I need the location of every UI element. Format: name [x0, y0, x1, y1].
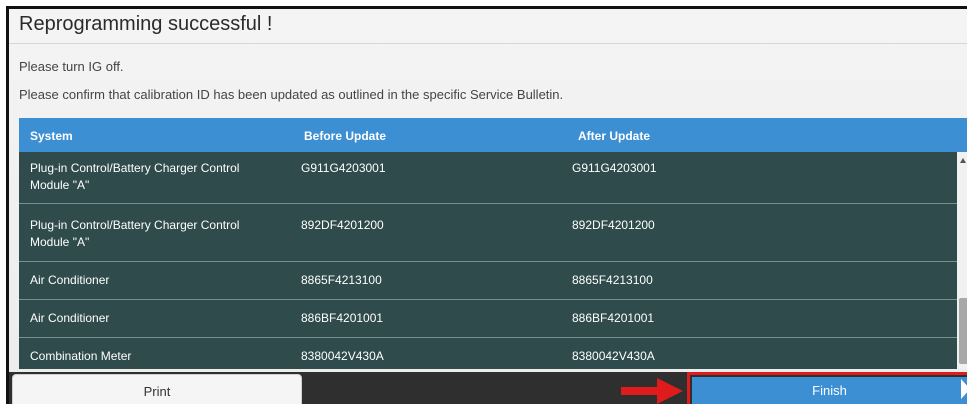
cell-system: Plug-in Control/Battery Charger Control …	[30, 161, 240, 192]
finish-highlight-box: Finish	[687, 372, 967, 404]
cell-before-update: G911G4203001	[301, 161, 386, 175]
cell-before-update: 892DF4201200	[301, 218, 384, 232]
column-header-before-update: Before Update	[304, 129, 387, 143]
cell-after-update: G911G4203001	[572, 161, 657, 175]
scroll-thumb[interactable]	[959, 298, 967, 364]
print-button[interactable]: Print	[12, 374, 302, 404]
dialog-frame: Reprogramming successful ! Please turn I…	[6, 6, 967, 404]
bottom-button-bar: Print Finish	[9, 372, 967, 404]
column-header-after-update: After Update	[578, 129, 651, 143]
cell-after-update: 8380042V430A	[572, 349, 655, 363]
red-arrow-icon	[621, 378, 683, 404]
cell-before-update: 886BF4201001	[301, 311, 384, 325]
cell-after-update: 886BF4201001	[572, 311, 655, 325]
title-divider	[9, 43, 967, 44]
column-header-system: System	[30, 129, 73, 143]
table-row[interactable]: Air Conditioner 8865F4213100 8865F421310…	[19, 262, 957, 300]
ig-off-message: Please turn IG off.	[19, 59, 124, 74]
finish-arrow-icon	[961, 379, 967, 399]
finish-button[interactable]: Finish	[692, 377, 967, 404]
cell-system: Plug-in Control/Battery Charger Control …	[30, 218, 240, 249]
cell-system: Air Conditioner	[30, 311, 110, 325]
table-scrollbar[interactable]	[957, 152, 967, 369]
cell-system: Combination Meter	[30, 349, 132, 363]
scroll-up-icon[interactable]	[960, 158, 966, 163]
table-row[interactable]: Plug-in Control/Battery Charger Control …	[19, 204, 957, 262]
table-row[interactable]: Plug-in Control/Battery Charger Control …	[19, 152, 957, 204]
cell-after-update: 8865F4213100	[572, 273, 653, 287]
cell-before-update: 8380042V430A	[301, 349, 384, 363]
confirm-message: Please confirm that calibration ID has b…	[19, 87, 564, 102]
table-header: System Before Update After Update	[19, 118, 967, 152]
cell-system: Air Conditioner	[30, 273, 110, 287]
cell-after-update: 892DF4201200	[572, 218, 655, 232]
table-row[interactable]: Air Conditioner 886BF4201001 886BF420100…	[19, 300, 957, 338]
cell-before-update: 8865F4213100	[301, 273, 382, 287]
page-title: Reprogramming successful !	[19, 13, 273, 35]
table-body: Plug-in Control/Battery Charger Control …	[19, 152, 957, 369]
table-row[interactable]: Combination Meter 8380042V430A 8380042V4…	[19, 338, 957, 369]
